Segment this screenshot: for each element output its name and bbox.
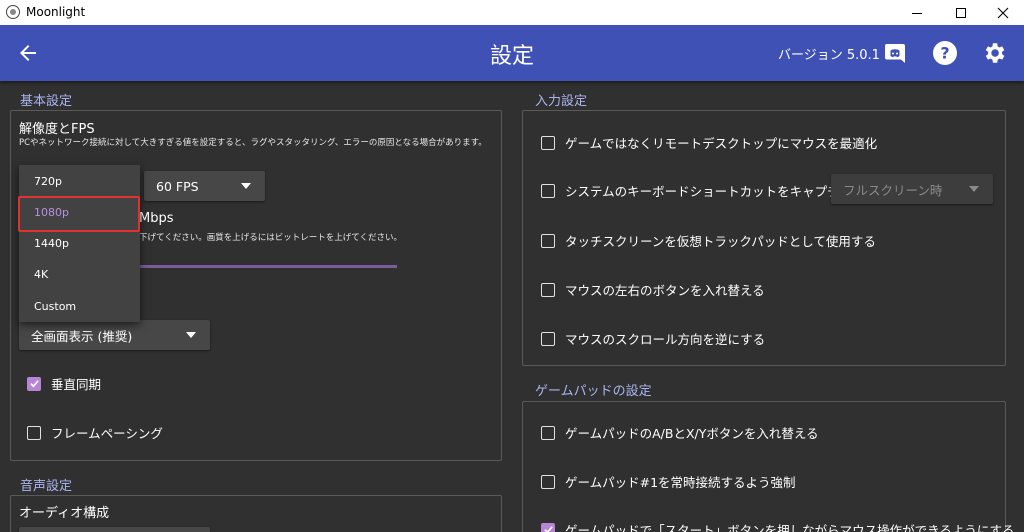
minimize-button[interactable] xyxy=(894,0,940,25)
vsync-checkbox-row[interactable]: 垂直同期 xyxy=(27,374,101,393)
capture-mode-value: フルスクリーン時 xyxy=(843,182,943,198)
bitrate-unit: Mbps xyxy=(139,211,174,226)
input-option-row[interactable]: マウスのスクロール方向を逆にする xyxy=(541,329,765,348)
resolution-option-4k[interactable]: 4K xyxy=(19,259,140,289)
frame-pacing-checkbox[interactable] xyxy=(27,425,41,440)
input-option-label: ゲームではなくリモートデスクトップにマウスを最適化 xyxy=(565,136,878,151)
bitrate-slider-track[interactable] xyxy=(140,265,397,268)
reverse-scroll-checkbox[interactable] xyxy=(541,331,555,346)
vsync-label: 垂直同期 xyxy=(51,377,102,392)
fps-value: 60 FPS xyxy=(156,178,199,194)
input-option-label: システムのキーボードショートカットをキャプチャ xyxy=(565,184,853,199)
maximize-button[interactable] xyxy=(938,0,984,25)
input-option-row[interactable]: マウスの左右のボタンを入れ替える xyxy=(541,280,765,299)
resolution-dropdown-list: 720p 1080p 1440p 4K Custom xyxy=(19,165,140,322)
audio-config-combobox[interactable] xyxy=(19,527,210,532)
input-option-row[interactable]: システムのキーボードショートカットをキャプチャ xyxy=(541,181,852,200)
settings-toolbar: 設定 バージョン 5.0.1 ? xyxy=(0,25,1024,81)
chevron-down-icon xyxy=(969,186,979,192)
maximize-icon xyxy=(956,7,966,18)
help-button[interactable]: ? xyxy=(929,37,961,69)
version-label: バージョン 5.0.1 xyxy=(778,48,880,63)
checkmark-icon xyxy=(29,380,39,388)
gamepad-option-label: ゲームパッドのA/BとX/Yボタンを入れ替える xyxy=(565,426,819,441)
optimize-mouse-checkbox[interactable] xyxy=(541,135,555,150)
display-mode-value: 全画面表示 (推奨) xyxy=(31,328,133,344)
resolution-option-custom[interactable]: Custom xyxy=(19,291,140,321)
gamepad-option-row[interactable]: ゲームパッド#1を常時接続するよう強制 xyxy=(541,472,796,491)
resolution-option-1080p[interactable]: 1080p xyxy=(19,197,140,227)
input-settings-title: 入力設定 xyxy=(535,94,588,109)
checkmark-icon xyxy=(543,526,553,532)
resolution-hint: PCやネットワーク接続に対して大きすぎる値を設定すると、ラグやスタッタリング、エ… xyxy=(19,138,487,148)
resolution-option-720p[interactable]: 720p xyxy=(19,166,140,196)
svg-text:?: ? xyxy=(940,44,949,63)
minimize-icon xyxy=(912,12,922,14)
help-icon: ? xyxy=(933,41,957,65)
bitrate-hint: 下げてください。画質を上げるにはビットレートを上げてください。 xyxy=(139,233,402,243)
back-arrow-icon xyxy=(20,45,36,61)
audio-config-title: オーディオ構成 xyxy=(19,506,110,521)
force-gamepad1-checkbox[interactable] xyxy=(541,474,555,489)
close-window-button[interactable] xyxy=(980,0,1024,25)
swap-mouse-buttons-checkbox[interactable] xyxy=(541,282,555,297)
gamepad-option-row[interactable]: ゲームパッドのA/BとX/Yボタンを入れ替える xyxy=(541,423,819,442)
gamepad-option-label: ゲームパッドで「スタート」ボタンを押しながらマウス操作ができるようにする xyxy=(565,523,1015,532)
fps-combobox[interactable]: 60 FPS xyxy=(144,171,265,201)
input-option-row[interactable]: ゲームではなくリモートデスクトップにマウスを最適化 xyxy=(541,133,877,152)
moonlight-app-icon xyxy=(6,5,20,19)
gamepad-settings-group xyxy=(522,401,1006,532)
capture-mode-combobox[interactable]: フルスクリーン時 xyxy=(831,174,993,204)
resolution-option-1440p[interactable]: 1440p xyxy=(19,228,140,258)
input-option-label: マウスのスクロール方向を逆にする xyxy=(565,332,766,347)
audio-settings-title: 音声設定 xyxy=(20,479,73,494)
gamepad-settings-title: ゲームパッドの設定 xyxy=(535,384,652,399)
start-button-mouse-checkbox[interactable] xyxy=(541,522,555,532)
chevron-down-icon xyxy=(186,332,196,338)
input-option-row[interactable]: タッチスクリーンを仮想トラックパッドとして使用する xyxy=(541,231,876,250)
window-title-bar: Moonlight xyxy=(0,0,1024,25)
swap-ab-xy-checkbox[interactable] xyxy=(541,425,555,440)
settings-button[interactable] xyxy=(978,37,1010,69)
back-button[interactable] xyxy=(12,37,44,69)
touchscreen-trackpad-checkbox[interactable] xyxy=(541,233,555,248)
gear-icon xyxy=(985,43,1005,63)
display-mode-combobox[interactable]: 全画面表示 (推奨) xyxy=(19,320,210,350)
input-option-label: タッチスクリーンを仮想トラックパッドとして使用する xyxy=(565,234,876,249)
gamepad-option-label: ゲームパッド#1を常時接続するよう強制 xyxy=(565,475,796,490)
frame-pacing-label: フレームペーシング xyxy=(51,426,163,441)
chevron-down-icon xyxy=(241,183,251,189)
frame-pacing-checkbox-row[interactable]: フレームペーシング xyxy=(27,423,163,442)
discord-icon xyxy=(885,44,905,63)
input-option-label: マウスの左右のボタンを入れ替える xyxy=(565,283,765,298)
window-title: Moonlight xyxy=(26,5,86,19)
basic-settings-title: 基本設定 xyxy=(20,94,73,109)
capture-shortcuts-checkbox[interactable] xyxy=(541,183,555,198)
close-icon xyxy=(997,7,1009,18)
vsync-checkbox[interactable] xyxy=(27,376,41,391)
resolution-fps-title: 解像度とFPS xyxy=(19,122,95,137)
gamepad-option-row[interactable]: ゲームパッドで「スタート」ボタンを押しながらマウス操作ができるようにする xyxy=(541,520,1015,532)
discord-button[interactable] xyxy=(879,37,911,69)
